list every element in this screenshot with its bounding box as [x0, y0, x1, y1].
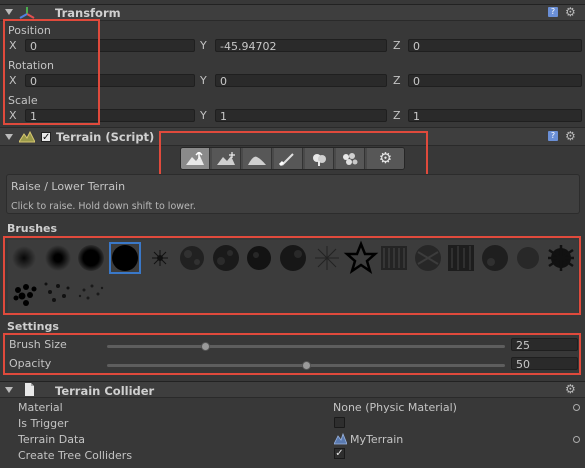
rotation-x-axis: X	[9, 74, 17, 87]
brush-grunge-4[interactable]	[482, 245, 508, 271]
brush-size-label: Brush Size	[9, 338, 67, 351]
paint-height-button[interactable]	[212, 148, 241, 169]
settings-label: Settings	[7, 320, 59, 333]
terrain-title: Terrain (Script)	[56, 130, 155, 144]
scale-z-field[interactable]: 1	[408, 109, 582, 122]
place-trees-button[interactable]	[305, 148, 334, 169]
position-y-field[interactable]: -45.94702	[215, 39, 387, 52]
brush-star[interactable]	[343, 240, 379, 274]
place-trees-icon	[313, 153, 326, 166]
position-x-axis: X	[9, 39, 17, 52]
smooth-height-icon	[248, 156, 266, 165]
rotation-x-field[interactable]: 0	[25, 74, 195, 87]
rotation-z-field[interactable]: 0	[408, 74, 582, 87]
brush-size-slider-thumb[interactable]	[201, 342, 210, 351]
gear-icon[interactable]: ⚙	[565, 129, 576, 143]
brush-size-slider-track[interactable]	[107, 345, 505, 348]
brushes-label: Brushes	[7, 222, 58, 235]
brush-dots-3[interactable]	[78, 284, 104, 300]
scale-z-axis: Z	[393, 109, 401, 122]
brush-noise-4[interactable]	[280, 245, 306, 271]
scale-y-axis: Y	[200, 109, 207, 122]
terrain-collider-icon	[25, 383, 34, 396]
terrain-collider-header[interactable]: Terrain Collider ⚙	[0, 381, 585, 398]
terrain-collider-title: Terrain Collider	[55, 384, 155, 398]
foldout-arrow-icon[interactable]	[5, 134, 13, 140]
scale-x-axis: X	[9, 109, 17, 122]
raise-lower-terrain-icon	[186, 151, 204, 165]
position-y-axis: Y	[200, 39, 207, 52]
scale-y-field[interactable]: 1	[215, 109, 387, 122]
brush-grunge-2[interactable]	[415, 245, 441, 271]
scale-label: Scale	[8, 94, 38, 107]
brush-splat[interactable]	[548, 245, 574, 271]
paint-texture-button[interactable]	[274, 148, 303, 169]
smooth-height-button[interactable]	[243, 148, 272, 169]
terrain-settings-button[interactable]: ⚙	[367, 148, 404, 169]
brush-soft-medium[interactable]	[45, 245, 71, 271]
help-icon[interactable]: ?	[548, 7, 558, 17]
is-trigger-checkbox[interactable]	[334, 417, 345, 428]
opacity-field[interactable]: 50	[511, 357, 578, 370]
paint-details-button[interactable]	[336, 148, 365, 169]
brush-soft-hard[interactable]	[78, 245, 104, 271]
opacity-slider-thumb[interactable]	[302, 361, 311, 370]
brush-splatter-star[interactable]	[152, 250, 168, 266]
foldout-arrow-icon[interactable]	[5, 387, 13, 393]
brush-soft-small[interactable]	[12, 246, 36, 270]
brush-grunge-1[interactable]	[381, 246, 407, 270]
terrain-tool-toolbar: ⚙	[180, 147, 405, 170]
brush-hard-selected[interactable]	[109, 242, 141, 274]
brush-dots-1[interactable]	[13, 284, 37, 306]
terrain-data-icon	[334, 433, 347, 445]
position-label: Position	[8, 24, 51, 37]
terrain-data-label: Terrain Data	[18, 433, 85, 446]
foldout-arrow-icon[interactable]	[5, 9, 13, 15]
brush-noise-3[interactable]	[247, 246, 271, 270]
paint-texture-icon	[278, 152, 294, 166]
raise-lower-terrain-button[interactable]	[181, 148, 210, 169]
position-z-field[interactable]: 0	[408, 39, 582, 52]
brush-selector[interactable]	[8, 240, 578, 314]
rotation-y-field[interactable]: 0	[215, 74, 387, 87]
material-label: Material	[18, 401, 63, 414]
rotation-y-axis: Y	[200, 74, 207, 87]
rotation-label: Rotation	[8, 59, 55, 72]
brush-grunge-3[interactable]	[448, 245, 474, 271]
create-tree-colliders-label: Create Tree Colliders	[18, 449, 133, 462]
brush-grunge-5[interactable]	[517, 247, 539, 269]
terrain-settings-icon: ⚙	[378, 149, 393, 167]
enabled-checkbox[interactable]: ✓	[41, 132, 51, 143]
opacity-label: Opacity	[9, 357, 52, 370]
brush-noise-1[interactable]	[180, 246, 204, 270]
terrain-icon	[19, 131, 35, 143]
help-icon[interactable]: ?	[548, 131, 558, 141]
brush-dots-2[interactable]	[44, 282, 70, 303]
create-tree-colliders-checkbox[interactable]: ✓	[334, 448, 345, 459]
scale-x-field[interactable]: 1	[25, 109, 195, 122]
paint-details-icon	[343, 152, 358, 165]
rotation-z-axis: Z	[393, 74, 401, 87]
brush-size-field[interactable]: 25	[511, 338, 578, 351]
material-value[interactable]: None (Physic Material)	[333, 401, 457, 414]
brush-noise-2[interactable]	[213, 245, 239, 271]
object-picker-icon[interactable]	[573, 404, 580, 411]
gear-icon[interactable]: ⚙	[565, 382, 576, 396]
transform-icon	[19, 7, 35, 19]
transform-title: Transform	[55, 6, 121, 20]
settings-highlight	[3, 333, 581, 375]
paint-height-icon	[217, 151, 235, 165]
is-trigger-label: Is Trigger	[18, 417, 69, 430]
gear-icon[interactable]: ⚙	[565, 5, 576, 19]
transform-header[interactable]: Transform ? ⚙	[0, 4, 585, 21]
terrain-data-value[interactable]: MyTerrain	[350, 433, 403, 446]
position-z-axis: Z	[393, 39, 401, 52]
position-x-field[interactable]: 0	[25, 39, 195, 52]
object-picker-icon[interactable]	[573, 436, 580, 443]
tool-title: Raise / Lower Terrain	[11, 180, 126, 193]
terrain-script-header[interactable]: ✓ Terrain (Script) ? ⚙	[0, 127, 585, 146]
brush-spikes[interactable]	[315, 246, 339, 270]
tool-hint: Click to raise. Hold down shift to lower…	[11, 201, 196, 212]
